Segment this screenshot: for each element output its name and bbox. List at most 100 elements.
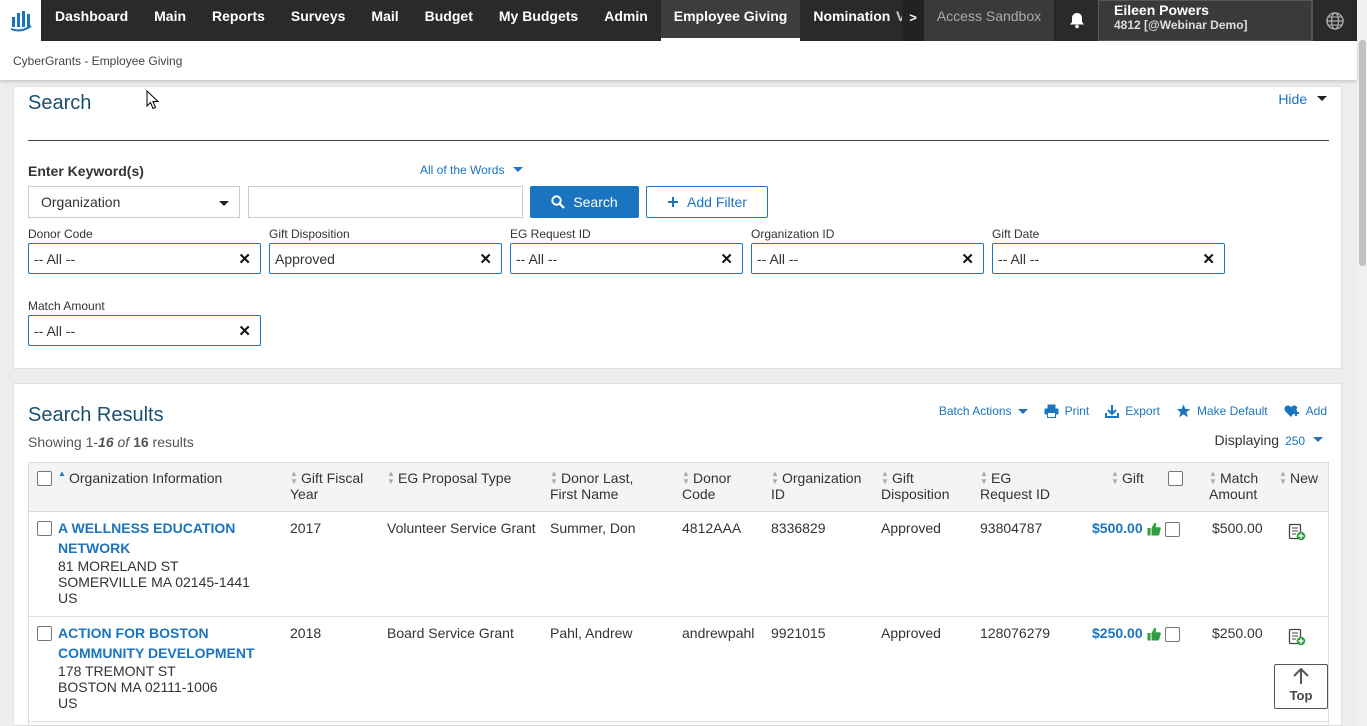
clear-icon[interactable]: ✕ bbox=[961, 250, 974, 268]
clear-icon[interactable]: ✕ bbox=[238, 250, 251, 268]
column-label: Organization Information bbox=[69, 470, 223, 486]
organization-info: ACTION FOR BOSTON COMMUNITY DEVELOPMENT 1… bbox=[58, 623, 263, 711]
user-menu[interactable]: Eileen Powers 4812 [@Webinar Demo] bbox=[1098, 0, 1312, 41]
thumbs-up-icon bbox=[1147, 627, 1161, 641]
filter-label-gift-date: Gift Date bbox=[992, 227, 1040, 241]
filter-label-match-amount: Match Amount bbox=[28, 299, 105, 313]
filter-donor-code[interactable]: -- All -- ✕ bbox=[28, 243, 261, 274]
filter-match-amount[interactable]: -- All -- ✕ bbox=[28, 315, 261, 346]
hide-search-toggle[interactable]: Hide bbox=[1278, 91, 1327, 107]
row-checkbox[interactable] bbox=[37, 626, 52, 641]
hide-label: Hide bbox=[1278, 91, 1308, 107]
nav-surveys[interactable]: Surveys bbox=[278, 0, 358, 41]
clear-icon[interactable]: ✕ bbox=[238, 322, 251, 340]
match-mode-dropdown[interactable]: All of the Words bbox=[420, 163, 523, 177]
nav-nomination[interactable]: Nomination bbox=[800, 0, 903, 41]
showing-to: 16 bbox=[98, 434, 114, 450]
hide-caret-icon bbox=[1317, 96, 1327, 101]
filter-value: -- All -- bbox=[34, 323, 76, 339]
org-country: US bbox=[58, 590, 78, 606]
column-header-new[interactable]: ▲ ▼ New bbox=[1279, 470, 1318, 487]
column-header-fiscal-year[interactable]: ▲ ▼ Gift Fiscal Year bbox=[290, 469, 380, 503]
column-header-disposition[interactable]: ▲ ▼ Gift Disposition bbox=[881, 470, 961, 503]
donor-code: andrewpahl bbox=[682, 625, 755, 641]
gift-checkbox[interactable] bbox=[1165, 522, 1180, 537]
top-nav-bar: Dashboard Main Reports Surveys Mail Budg… bbox=[0, 0, 1357, 41]
search-button[interactable]: Search bbox=[530, 186, 639, 218]
organization-link[interactable]: A WELLNESS EDUCATION NETWORK bbox=[58, 520, 235, 556]
gift-disposition: Approved bbox=[881, 625, 941, 641]
add-filter-button[interactable]: Add Filter bbox=[646, 186, 768, 218]
filter-eg-request-id[interactable]: -- All -- ✕ bbox=[510, 243, 743, 274]
clear-icon[interactable]: ✕ bbox=[479, 250, 492, 268]
column-header-organization[interactable]: ▲ Organization Information bbox=[58, 470, 223, 487]
keyword-field-select[interactable]: Organization bbox=[28, 186, 240, 218]
print-button[interactable]: Print bbox=[1044, 404, 1089, 418]
bell-icon bbox=[1070, 13, 1084, 29]
back-to-top-button[interactable]: Top bbox=[1274, 664, 1328, 709]
organization-id: 9921015 bbox=[771, 625, 826, 641]
filter-gift-disposition[interactable]: Approved ✕ bbox=[269, 243, 502, 274]
sort-icon: ▲ ▼ bbox=[771, 469, 779, 486]
gift-select-all-checkbox[interactable] bbox=[1168, 471, 1183, 486]
nav-admin[interactable]: Admin bbox=[591, 0, 661, 41]
page-size-selector[interactable]: Displaying 250 bbox=[1214, 432, 1323, 448]
scrollbar-thumb[interactable] bbox=[1359, 40, 1366, 266]
keyword-input[interactable] bbox=[248, 186, 523, 218]
new-document-icon[interactable] bbox=[1288, 523, 1306, 541]
filter-organization-id[interactable]: -- All -- ✕ bbox=[751, 243, 984, 274]
column-header-donor-name[interactable]: ▲ ▼ Donor Last, First Name bbox=[550, 470, 660, 503]
column-header-donor-code[interactable]: ▲ ▼ Donor Code bbox=[682, 470, 752, 503]
batch-caret-icon bbox=[1017, 408, 1028, 414]
printer-icon bbox=[1044, 404, 1059, 418]
search-button-label: Search bbox=[573, 194, 618, 210]
keyword-field-value: Organization bbox=[41, 194, 121, 210]
gift-checkbox[interactable] bbox=[1165, 627, 1180, 642]
column-header-proposal-type[interactable]: ▲ ▼ EG Proposal Type bbox=[387, 470, 511, 487]
language-button[interactable] bbox=[1312, 0, 1357, 41]
filter-gift-date[interactable]: -- All -- ✕ bbox=[992, 243, 1225, 274]
column-header-gift[interactable]: ▲ ▼ Gift bbox=[1111, 470, 1144, 487]
column-header-request-id[interactable]: ▲ ▼ EG Request ID bbox=[980, 470, 1065, 503]
new-document-icon[interactable] bbox=[1288, 628, 1306, 646]
row-checkbox[interactable] bbox=[37, 521, 52, 536]
sort-icon: ▲ ▼ bbox=[290, 469, 298, 486]
add-button[interactable]: Add bbox=[1284, 404, 1327, 418]
access-sandbox-button[interactable]: Access Sandbox bbox=[924, 0, 1055, 41]
user-name: Eileen Powers bbox=[1114, 2, 1209, 18]
nav-budget[interactable]: Budget bbox=[412, 0, 486, 41]
organization-link[interactable]: ACTION FOR BOSTON COMMUNITY DEVELOPMENT bbox=[58, 625, 255, 661]
displaying-value: 250 bbox=[1285, 434, 1306, 448]
select-all-checkbox[interactable] bbox=[37, 471, 52, 486]
nav-scroll-right-button[interactable]: > bbox=[902, 0, 924, 41]
filter-value: -- All -- bbox=[998, 251, 1040, 267]
results-actions: Batch Actions Print Export Make Default bbox=[939, 404, 1327, 418]
nav-reports[interactable]: Reports bbox=[199, 0, 278, 41]
organization-id: 8336829 bbox=[771, 520, 826, 536]
column-header-match-amount[interactable]: ▲ ▼ Match Amount bbox=[1209, 469, 1269, 503]
cybergrants-logo[interactable] bbox=[0, 0, 41, 41]
nav-my-budgets[interactable]: My Budgets bbox=[486, 0, 591, 41]
gift-amount-link[interactable]: $250.00 bbox=[1092, 625, 1143, 641]
results-title: Search Results bbox=[28, 404, 164, 426]
breadcrumb: CyberGrants - Employee Giving bbox=[13, 54, 183, 68]
sort-icon: ▲ ▼ bbox=[1209, 469, 1217, 486]
gift-amount-link[interactable]: $500.00 bbox=[1092, 520, 1143, 536]
org-name-line-2: COMMUNITY DEVELOPMENT bbox=[58, 645, 255, 661]
export-button[interactable]: Export bbox=[1105, 404, 1160, 418]
nav-dashboard[interactable]: Dashboard bbox=[42, 0, 141, 41]
column-header-org-id[interactable]: ▲ ▼ Organization ID bbox=[771, 469, 871, 503]
nav-main[interactable]: Main bbox=[141, 0, 199, 41]
batch-actions-dropdown[interactable]: Batch Actions bbox=[939, 404, 1028, 418]
star-icon bbox=[1176, 404, 1191, 418]
nav-employee-giving[interactable]: Employee Giving bbox=[660, 0, 801, 41]
org-address-2: SOMERVILLE MA 02145-1441 bbox=[58, 574, 250, 590]
clear-icon[interactable]: ✕ bbox=[1202, 250, 1215, 268]
clear-icon[interactable]: ✕ bbox=[720, 250, 733, 268]
donor-name: Summer, Don bbox=[550, 520, 636, 536]
page-size-caret-icon bbox=[1313, 437, 1323, 442]
notifications-button[interactable] bbox=[1056, 0, 1098, 41]
make-default-button[interactable]: Make Default bbox=[1176, 404, 1268, 418]
nav-mail[interactable]: Mail bbox=[358, 0, 411, 41]
org-name-line-1: ACTION FOR BOSTON bbox=[58, 625, 209, 641]
